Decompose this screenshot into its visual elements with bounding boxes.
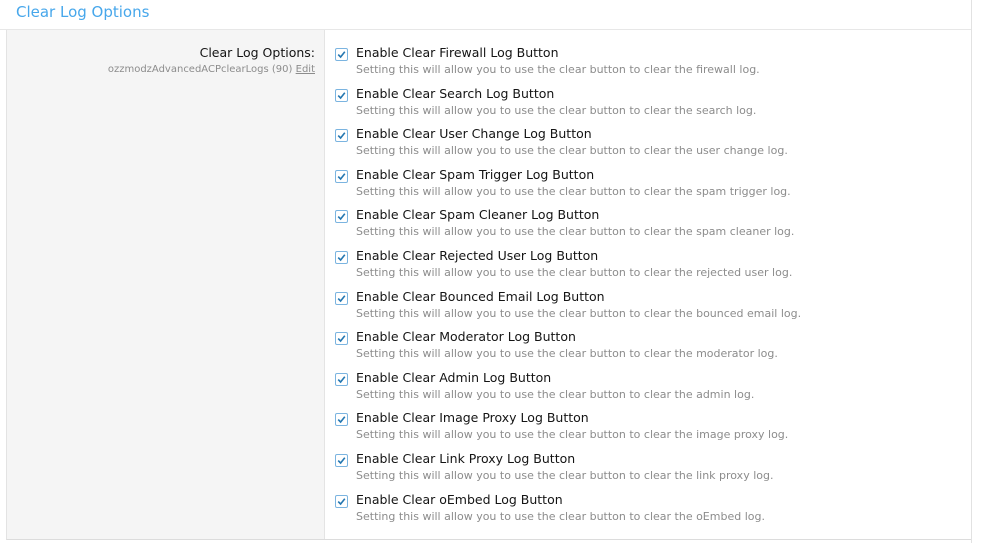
checkbox-label[interactable]: Enable Clear oEmbed Log Button xyxy=(356,492,563,507)
checkbox-item: Enable Clear Link Proxy Log Button Setti… xyxy=(335,451,955,491)
checkbox-item: Enable Clear Rejected User Log Button Se… xyxy=(335,248,955,288)
checkbox[interactable] xyxy=(335,48,348,61)
checkmark-icon xyxy=(337,254,346,262)
checkbox-item: Enable Clear Moderator Log Button Settin… xyxy=(335,329,955,369)
option-meta: ozzmodzAdvancedACPclearLogs (90) Edit xyxy=(108,64,315,75)
checkbox-item: Enable Clear Bounced Email Log Button Se… xyxy=(335,289,955,329)
checkbox-hint: Setting this will allow you to use the c… xyxy=(356,387,755,401)
checkbox-hint: Setting this will allow you to use the c… xyxy=(356,184,791,198)
checkbox-item: Enable Clear Firewall Log Button Setting… xyxy=(335,45,955,85)
checkbox[interactable] xyxy=(335,332,348,346)
option-controls-column: Enable Clear Firewall Log Button Setting… xyxy=(325,30,971,539)
checkbox-hint: Setting this will allow you to use the c… xyxy=(356,266,793,279)
panel-header: Clear Log Options xyxy=(0,0,971,30)
checkbox-hint: Setting this will allow you to use the c… xyxy=(356,428,789,442)
checkbox-item: Enable Clear Image Proxy Log Button Sett… xyxy=(335,410,955,450)
checkbox-item: Enable Clear User Change Log Button Sett… xyxy=(335,126,955,166)
checkbox[interactable] xyxy=(335,494,348,508)
checkmark-icon xyxy=(337,294,346,302)
checkbox-label[interactable]: Enable Clear Rejected User Log Button xyxy=(356,248,598,263)
checkbox[interactable] xyxy=(335,88,348,102)
checkbox[interactable] xyxy=(335,454,348,467)
checkmark-icon xyxy=(337,497,346,505)
checkmark-icon xyxy=(337,335,346,343)
checkbox-item: Enable Clear Search Log Button Setting t… xyxy=(335,86,955,126)
checkbox-label[interactable]: Enable Clear Moderator Log Button xyxy=(356,329,576,344)
checkbox-item: Enable Clear Spam Trigger Log Button Set… xyxy=(335,167,955,207)
checkbox-hint: Setting this will allow you to use the c… xyxy=(356,469,774,482)
edit-link[interactable]: Edit xyxy=(296,64,315,75)
checkbox-hint: Setting this will allow you to use the c… xyxy=(356,103,757,117)
checkmark-icon xyxy=(337,173,346,180)
checkbox[interactable] xyxy=(335,129,348,143)
checkbox-hint: Setting this will allow you to use the c… xyxy=(356,347,778,361)
options-panel: Clear Log Options Clear Log Options: ozz… xyxy=(0,0,972,543)
checkbox-hint: Setting this will allow you to use the c… xyxy=(356,509,765,523)
checkbox-item: Enable Clear oEmbed Log Button Setting t… xyxy=(335,492,955,532)
checkbox-hint: Setting this will allow you to use the c… xyxy=(356,144,788,158)
option-label: Clear Log Options: xyxy=(199,45,315,60)
checkmark-icon xyxy=(337,91,346,99)
option-label-column: Clear Log Options: ozzmodzAdvancedACPcle… xyxy=(7,30,325,539)
checkbox-label[interactable]: Enable Clear Spam Trigger Log Button xyxy=(356,167,594,182)
checkbox[interactable] xyxy=(335,291,348,305)
checkbox[interactable] xyxy=(335,251,348,264)
checkbox-item: Enable Clear Admin Log Button Setting th… xyxy=(335,370,955,410)
checkmark-icon xyxy=(337,51,346,59)
checkbox-label[interactable]: Enable Clear Spam Cleaner Log Button xyxy=(356,207,599,222)
panel-title: Clear Log Options xyxy=(16,3,150,21)
checkbox[interactable] xyxy=(335,210,348,224)
checkmark-icon xyxy=(337,457,346,465)
checkmark-icon xyxy=(337,416,346,424)
option-id-text: ozzmodzAdvancedACPclearLogs (90) xyxy=(107,64,293,75)
checkbox-item: Enable Clear Spam Cleaner Log Button Set… xyxy=(335,207,955,247)
checkbox-hint: Setting this will allow you to use the c… xyxy=(356,306,802,320)
checkbox-label[interactable]: Enable Clear Search Log Button xyxy=(356,86,554,101)
checkbox-label[interactable]: Enable Clear Admin Log Button xyxy=(356,370,551,385)
checkbox[interactable] xyxy=(335,413,348,427)
checkbox-hint: Setting this will allow you to use the c… xyxy=(356,63,760,76)
checkmark-icon xyxy=(337,132,346,140)
checkmark-icon xyxy=(337,213,346,221)
checkbox-label[interactable]: Enable Clear Firewall Log Button xyxy=(356,45,559,60)
checkbox-label[interactable]: Enable Clear Image Proxy Log Button xyxy=(356,410,589,425)
checkbox-hint: Setting this will allow you to use the c… xyxy=(356,225,795,239)
option-row: Clear Log Options: ozzmodzAdvancedACPcle… xyxy=(6,30,971,540)
checkbox[interactable] xyxy=(335,169,348,183)
checkmark-icon xyxy=(337,376,346,383)
checkbox-label[interactable]: Enable Clear Link Proxy Log Button xyxy=(356,451,575,466)
checkbox-label[interactable]: Enable Clear User Change Log Button xyxy=(356,126,592,141)
checkbox[interactable] xyxy=(335,372,348,386)
checkbox-label[interactable]: Enable Clear Bounced Email Log Button xyxy=(356,289,605,304)
